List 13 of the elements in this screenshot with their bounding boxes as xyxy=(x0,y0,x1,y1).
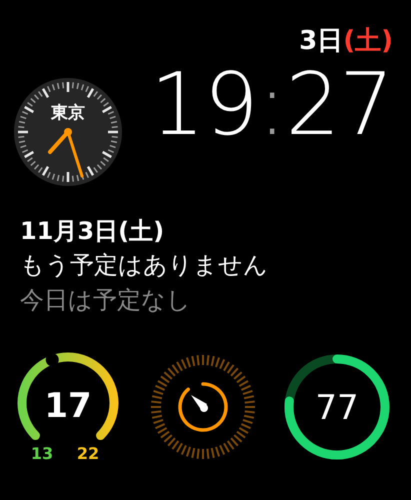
high-temperature: 22 xyxy=(76,444,100,464)
hours-text: 19 xyxy=(150,62,258,148)
minutes-text: 27 xyxy=(286,62,393,148)
temperature-value: 17 xyxy=(44,386,92,426)
date-label: 3日 xyxy=(299,28,344,54)
event-text: 今日は予定なし xyxy=(20,286,192,314)
weekday-label: (土) xyxy=(343,28,393,54)
event-date: 11月3日(土) xyxy=(20,218,166,244)
low-temperature: 13 xyxy=(30,444,54,464)
time-separator: : xyxy=(258,62,286,148)
battery-value: 77 xyxy=(315,388,359,428)
city-label: 東京 xyxy=(51,103,85,123)
event-text: もう予定はありません xyxy=(20,252,269,279)
